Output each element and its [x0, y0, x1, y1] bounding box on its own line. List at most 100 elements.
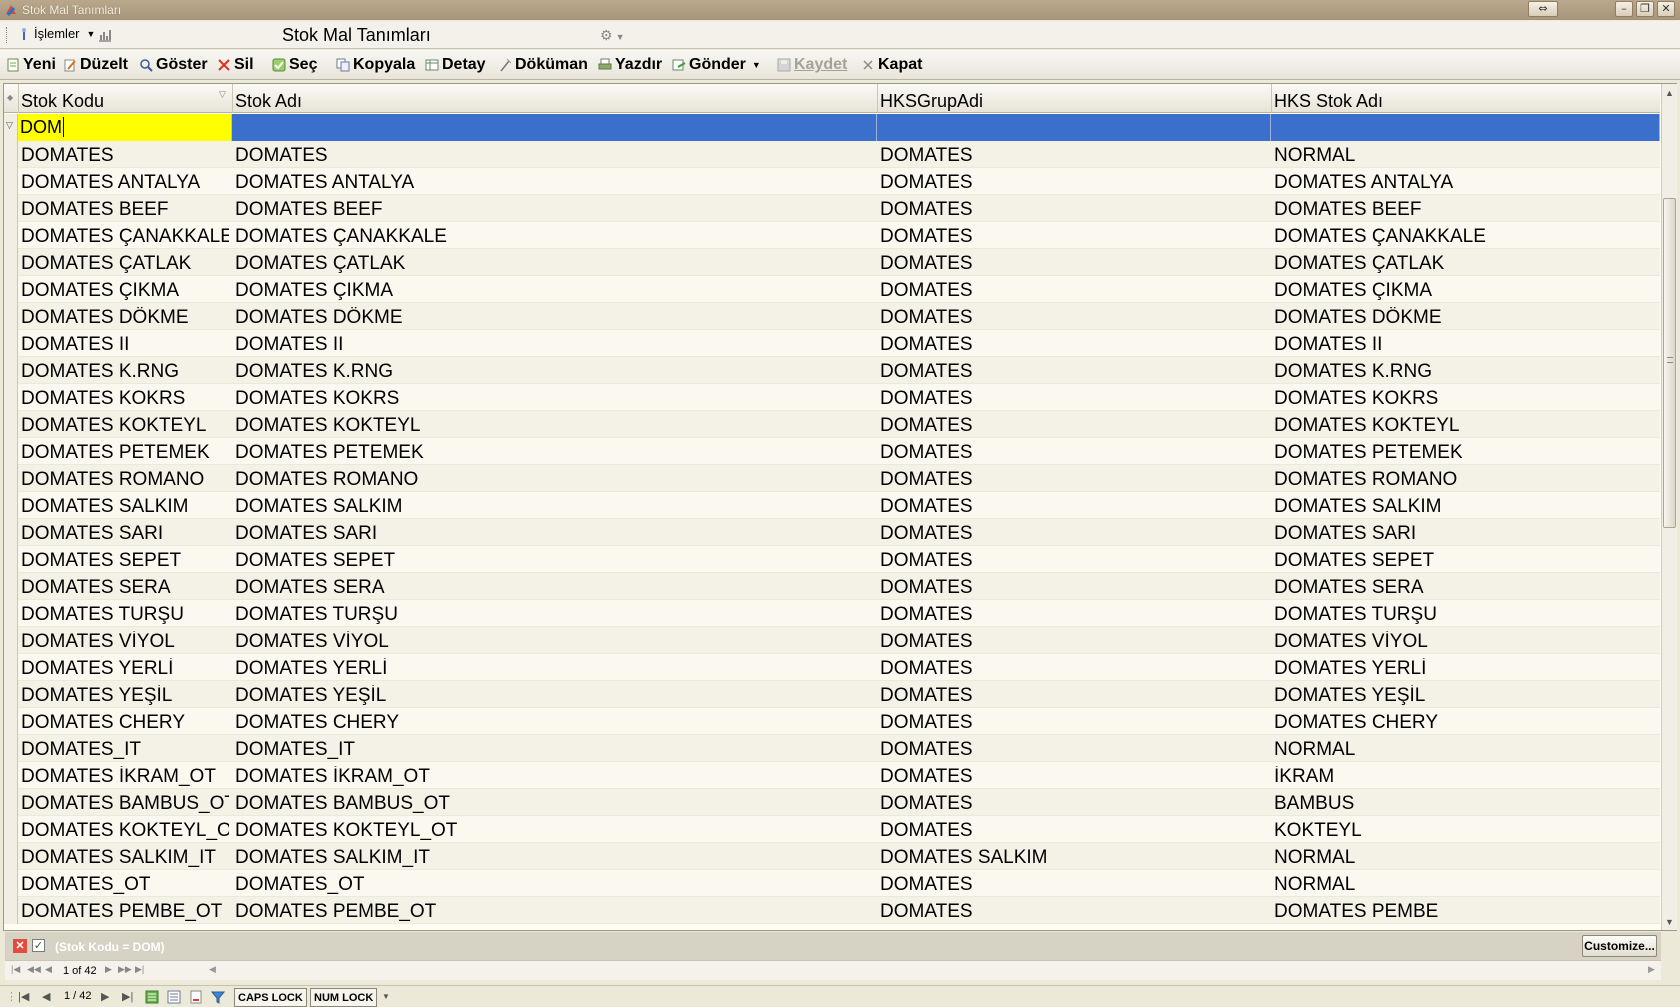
table-row[interactable]: DOMATES BAMBUS_OT DOMATES BAMBUS_OT DOMATE…: [4, 789, 1660, 816]
table-row[interactable]: DOMATES VİYOL DOMATES VİYOL DOMATES DOMATES…: [4, 627, 1660, 654]
table-row[interactable]: DOMATES SERA DOMATES SERA DOMATES DOMATES S…: [4, 573, 1660, 600]
statusbar-menu-icon[interactable]: ▼: [382, 992, 390, 1001]
close-window-button[interactable]: ✕: [1657, 1, 1675, 17]
table-cell[interactable]: DOMATES ROMANO: [21, 469, 229, 491]
table-cell[interactable]: DOMATES KOKRS: [21, 388, 229, 410]
table-cell[interactable]: DOMATES VİYOL: [1274, 631, 1654, 653]
table-cell[interactable]: DOMATES PETEMEK: [1274, 442, 1654, 464]
table-row[interactable]: DOMATES ÇANAKKALE DOMATES ÇANAKKALE DOMATE…: [4, 222, 1660, 249]
table-cell[interactable]: DOMATES ÇIKMA: [1274, 280, 1654, 302]
table-cell[interactable]: DOMATES SALKIM_IT: [21, 847, 229, 869]
table-row[interactable]: DOMATES_OT DOMATES_OT DOMATES NORMAL: [4, 870, 1660, 897]
calculator-icon[interactable]: [145, 990, 159, 1004]
table-cell[interactable]: DOMATES KOKTEYL_OT: [235, 820, 875, 842]
table-cell[interactable]: DOMATES_IT: [235, 739, 875, 761]
gear-icon[interactable]: ⚙ ▼: [600, 27, 624, 44]
next-record-icon[interactable]: ▶: [105, 964, 112, 975]
resize-icon[interactable]: ⇔: [1528, 1, 1558, 17]
table-cell[interactable]: DOMATES KOKTEYL: [21, 415, 229, 437]
sb-next-icon[interactable]: ▶: [101, 990, 109, 1003]
row-indicator[interactable]: [4, 438, 18, 465]
table-cell[interactable]: DOMATES CHERY: [21, 712, 229, 734]
table-cell[interactable]: DOMATES PETEMEK: [235, 442, 875, 464]
table-cell[interactable]: DOMATES SALKIM: [880, 847, 1268, 869]
sec-button[interactable]: Seç: [272, 56, 317, 74]
table-row[interactable]: DOMATES ÇATLAK DOMATES ÇATLAK DOMATES DOMAT…: [4, 249, 1660, 276]
row-indicator[interactable]: [4, 681, 18, 708]
table-cell[interactable]: DOMATES PEMBE: [1274, 901, 1654, 923]
customize-button[interactable]: Customize...: [1582, 935, 1657, 957]
table-cell[interactable]: DOMATES VİYOL: [21, 631, 229, 653]
table-cell[interactable]: DOMATES SERA: [21, 577, 229, 599]
table-row[interactable]: DOMATES İKRAM_OT DOMATES İKRAM_OT DOMATES İ…: [4, 762, 1660, 789]
table-cell[interactable]: DOMATES: [880, 145, 1268, 167]
table-row[interactable]: DOMATES SALKIM DOMATES SALKIM DOMATES DOMAT…: [4, 492, 1660, 519]
gonder-button[interactable]: Gönder ▼: [672, 56, 761, 74]
report-icon[interactable]: [189, 990, 203, 1004]
row-indicator[interactable]: [4, 708, 18, 735]
row-indicator[interactable]: [4, 789, 18, 816]
table-cell[interactable]: DOMATES YERLİ: [21, 658, 229, 680]
filter-expression[interactable]: (Stok Kodu = DOM): [55, 940, 165, 954]
table-cell[interactable]: DOMATES CHERY: [1274, 712, 1654, 734]
header-stok-adi[interactable]: Stok Adı: [232, 84, 877, 113]
header-indicator[interactable]: ◆: [4, 84, 18, 113]
row-indicator[interactable]: [4, 276, 18, 303]
table-cell[interactable]: BAMBUS: [1274, 793, 1654, 815]
table-cell[interactable]: DOMATES: [880, 685, 1268, 707]
stock-grid[interactable]: ◆ Stok Kodu ▽ Stok Adı HKSGrupAdi HKS Sto…: [3, 83, 1677, 980]
islemler-menu[interactable]: İşlemler ▼: [18, 26, 95, 41]
table-cell[interactable]: DOMATES YERLİ: [1274, 658, 1654, 680]
table-cell[interactable]: DOMATES BEEF: [1274, 199, 1654, 221]
table-cell[interactable]: DOMATES II: [21, 334, 229, 356]
table-cell[interactable]: DOMATES: [880, 712, 1268, 734]
row-indicator[interactable]: [4, 870, 18, 897]
table-cell[interactable]: DOMATES ÇATLAK: [21, 253, 229, 275]
table-cell[interactable]: DOMATES II: [235, 334, 875, 356]
table-row[interactable]: DOMATES YERLİ DOMATES YERLİ DOMATES DOMATES…: [4, 654, 1660, 681]
header-hks-stok-adi[interactable]: HKS Stok Adı: [1271, 84, 1660, 113]
scroll-left-icon[interactable]: ◀: [209, 964, 216, 975]
row-indicator[interactable]: [4, 627, 18, 654]
table-row[interactable]: DOMATES DOMATES DOMATES NORMAL: [4, 141, 1660, 168]
filter-icon[interactable]: [211, 990, 225, 1004]
table-cell[interactable]: DOMATES YEŞİL: [1274, 685, 1654, 707]
table-cell[interactable]: DOMATES ÇATLAK: [235, 253, 875, 275]
table-cell[interactable]: DOMATES SALKIM: [21, 496, 229, 518]
filter-dropdown-icon[interactable]: ▽: [219, 89, 226, 100]
table-cell[interactable]: DOMATES BEEF: [21, 199, 229, 221]
table-cell[interactable]: DOMATES ROMANO: [1274, 469, 1654, 491]
table-cell[interactable]: DOMATES SEPET: [1274, 550, 1654, 572]
header-stok-kodu[interactable]: Stok Kodu ▽: [18, 84, 232, 113]
table-cell[interactable]: DOMATES: [880, 469, 1268, 491]
table-cell[interactable]: DOMATES ANTALYA: [1274, 172, 1654, 194]
table-cell[interactable]: DOMATES BEEF: [235, 199, 875, 221]
filter-stok-adi-cell[interactable]: [232, 114, 877, 141]
table-cell[interactable]: DOMATES SARI: [235, 523, 875, 545]
table-cell[interactable]: DOMATES: [880, 496, 1268, 518]
table-cell[interactable]: DOMATES SALKIM_IT: [235, 847, 875, 869]
kapat-button[interactable]: Kapat: [861, 56, 922, 74]
sil-button[interactable]: Sil: [217, 56, 254, 74]
vertical-scrollbar[interactable]: ▲ ▼: [1661, 84, 1677, 930]
sb-prev-icon[interactable]: ◀: [42, 990, 50, 1003]
table-cell[interactable]: DOMATES SERA: [1274, 577, 1654, 599]
window-titlebar[interactable]: Stok Mal Tanımları ⇔ – ❐ ✕: [0, 0, 1680, 20]
scroll-down-icon[interactable]: ▼: [1665, 917, 1674, 927]
table-cell[interactable]: NORMAL: [1274, 145, 1654, 167]
table-cell[interactable]: DOMATES: [880, 415, 1268, 437]
sb-last-icon[interactable]: ▶|: [122, 990, 133, 1003]
filter-stok-kodu-cell[interactable]: DOM: [18, 114, 232, 141]
row-indicator[interactable]: [4, 357, 18, 384]
table-cell[interactable]: DOMATES: [880, 280, 1268, 302]
table-cell[interactable]: DOMATES YEŞİL: [21, 685, 229, 707]
table-cell[interactable]: DOMATES SEPET: [21, 550, 229, 572]
table-cell[interactable]: DOMATES DÖKME: [235, 307, 875, 329]
table-cell[interactable]: DOMATES: [880, 820, 1268, 842]
table-cell[interactable]: DOMATES ROMANO: [235, 469, 875, 491]
table-cell[interactable]: NORMAL: [1274, 847, 1654, 869]
table-cell[interactable]: DOMATES K.RNG: [1274, 361, 1654, 383]
table-row[interactable]: DOMATES ROMANO DOMATES ROMANO DOMATES DOMAT…: [4, 465, 1660, 492]
table-cell[interactable]: DOMATES: [235, 145, 875, 167]
scroll-up-icon[interactable]: ▲: [1665, 88, 1674, 98]
